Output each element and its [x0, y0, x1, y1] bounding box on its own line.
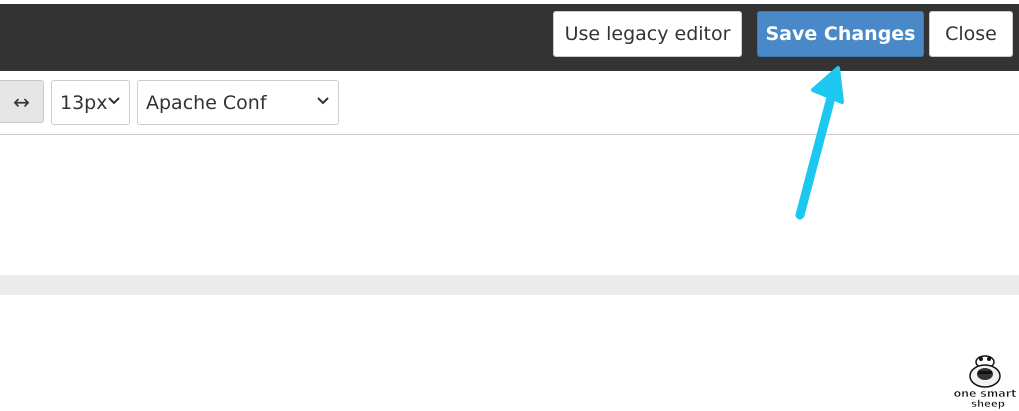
code-editor-area[interactable] — [0, 135, 1019, 275]
annotation-arrow-icon — [795, 66, 844, 220]
horizontal-arrows-icon: ↔ — [13, 89, 30, 114]
editor-toolbar: ↔ 13px Apache Conf — [0, 71, 1019, 134]
chevron-down-icon — [317, 97, 329, 105]
horizontal-scrollbar[interactable] — [0, 275, 1019, 295]
syntax-mode-value: Apache Conf — [146, 91, 267, 114]
syntax-mode-select[interactable]: Apache Conf — [137, 80, 339, 125]
save-changes-button[interactable]: Save Changes — [757, 11, 924, 57]
svg-text:sheep: sheep — [971, 399, 1005, 410]
font-size-value: 13px — [60, 91, 108, 114]
use-legacy-editor-button[interactable]: Use legacy editor — [553, 11, 742, 57]
editor-header-bar: Use legacy editor Save Changes Close — [0, 4, 1019, 71]
one-smart-sheep-logo: one smart sheep — [953, 355, 1017, 410]
font-size-select[interactable]: 13px — [51, 80, 130, 125]
close-button[interactable]: Close — [929, 11, 1013, 57]
word-wrap-toggle-button[interactable]: ↔ — [0, 80, 44, 123]
chevron-down-icon — [108, 97, 120, 105]
